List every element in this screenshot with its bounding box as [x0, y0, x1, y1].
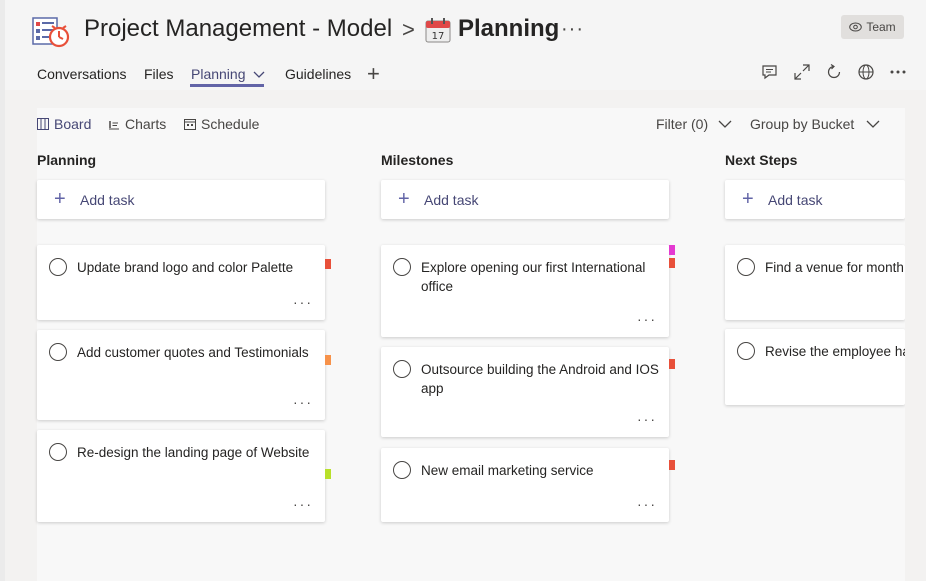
svg-text:17: 17 — [432, 31, 445, 42]
chevron-down-icon — [866, 120, 880, 128]
charts-icon — [109, 121, 119, 130]
group-by-button[interactable]: Group by Bucket — [750, 116, 880, 132]
complete-task-checkbox[interactable] — [393, 461, 411, 479]
label-flag — [669, 245, 675, 255]
title-more-button[interactable]: ··· — [561, 18, 584, 41]
plus-icon: + — [54, 188, 66, 210]
chevron-down-icon — [253, 71, 265, 79]
active-tab-indicator — [190, 84, 264, 87]
view-board-label: Board — [54, 116, 92, 132]
task-more-button[interactable]: ··· — [293, 496, 313, 512]
task-more-button[interactable]: ··· — [293, 394, 313, 410]
tab-planning-label: Planning — [191, 66, 246, 82]
view-schedule-label: Schedule — [201, 116, 260, 132]
add-task-button[interactable]: + Add task — [37, 180, 325, 219]
tab-conversations[interactable]: Conversations — [37, 66, 127, 82]
task-card[interactable]: Revise the employee ha — [725, 329, 905, 405]
task-title: Update brand logo and color Palette — [77, 260, 294, 275]
view-charts-label: Charts — [125, 116, 167, 132]
expand-icon[interactable] — [793, 63, 811, 81]
task-title: Find a venue for month — [765, 260, 904, 275]
page-title: Planning — [458, 15, 560, 42]
complete-task-checkbox[interactable] — [49, 258, 67, 276]
calendar-icon: 17 — [425, 18, 451, 43]
planner-app-icon — [32, 17, 70, 48]
task-card[interactable]: Explore opening our first International … — [381, 245, 669, 337]
add-task-button[interactable]: + Add task — [725, 180, 905, 219]
complete-task-checkbox[interactable] — [737, 258, 755, 276]
label-flag — [669, 460, 675, 470]
globe-icon[interactable] — [857, 63, 875, 81]
plus-icon: + — [742, 188, 754, 210]
task-title: Explore opening our first International … — [421, 260, 646, 294]
task-title: Revise the employee ha — [765, 344, 905, 359]
board-icon — [37, 118, 49, 130]
complete-task-checkbox[interactable] — [737, 342, 755, 360]
complete-task-checkbox[interactable] — [393, 360, 411, 378]
tab-guidelines[interactable]: Guidelines — [285, 66, 351, 82]
label-flag — [669, 359, 675, 369]
task-title: Re-design the landing page of Website — [77, 445, 310, 460]
task-card[interactable]: New email marketing service ··· — [381, 448, 669, 522]
task-more-button[interactable]: ··· — [293, 294, 313, 310]
tab-planning[interactable]: Planning — [191, 66, 265, 82]
label-flag — [669, 258, 675, 268]
complete-task-checkbox[interactable] — [49, 443, 67, 461]
refresh-icon[interactable] — [825, 63, 843, 81]
task-card[interactable]: Outsource building the Android and IOS a… — [381, 347, 669, 437]
breadcrumb-separator: > — [402, 17, 415, 42]
task-card[interactable]: Add customer quotes and Testimonials ··· — [37, 330, 325, 420]
view-schedule-button[interactable]: Schedule — [184, 116, 259, 132]
chevron-down-icon — [718, 120, 732, 128]
add-task-label: Add task — [80, 191, 135, 208]
add-task-label: Add task — [424, 191, 479, 208]
board-scroll-edge — [905, 90, 926, 581]
bucket-title-milestones: Milestones — [381, 152, 454, 168]
bucket-title-planning: Planning — [37, 152, 97, 168]
filter-button[interactable]: Filter (0) — [656, 116, 732, 132]
add-task-button[interactable]: + Add task — [381, 180, 669, 219]
filter-label: Filter (0) — [656, 116, 709, 132]
view-charts-button[interactable]: Charts — [108, 116, 166, 132]
task-more-button[interactable]: ··· — [637, 311, 657, 327]
label-flag — [325, 355, 331, 365]
schedule-icon — [184, 119, 196, 130]
more-icon[interactable] — [889, 63, 907, 81]
label-flag — [325, 259, 331, 269]
complete-task-checkbox[interactable] — [49, 343, 67, 361]
task-card[interactable]: Find a venue for month — [725, 245, 905, 320]
team-badge[interactable]: Team — [841, 15, 904, 39]
add-task-label: Add task — [768, 191, 823, 208]
label-flag — [325, 469, 331, 479]
task-card[interactable]: Re-design the landing page of Website ··… — [37, 430, 325, 522]
tab-files[interactable]: Files — [144, 66, 174, 82]
bucket-title-next-steps: Next Steps — [725, 152, 798, 168]
task-more-button[interactable]: ··· — [637, 411, 657, 427]
task-title: New email marketing service — [421, 463, 594, 478]
task-more-button[interactable]: ··· — [637, 496, 657, 512]
team-badge-label: Team — [866, 20, 896, 34]
complete-task-checkbox[interactable] — [393, 258, 411, 276]
chat-icon[interactable] — [761, 63, 779, 81]
plus-icon: + — [398, 188, 410, 210]
task-title: Add customer quotes and Testimonials — [77, 345, 309, 360]
add-tab-button[interactable]: + — [367, 61, 380, 87]
view-board-button[interactable]: Board — [37, 116, 91, 132]
task-card[interactable]: Update brand logo and color Palette ··· — [37, 245, 325, 320]
task-title: Outsource building the Android and IOS a… — [421, 362, 659, 396]
team-title: Project Management - Model — [84, 15, 393, 42]
eye-icon — [849, 22, 863, 32]
group-by-label: Group by Bucket — [750, 116, 855, 132]
